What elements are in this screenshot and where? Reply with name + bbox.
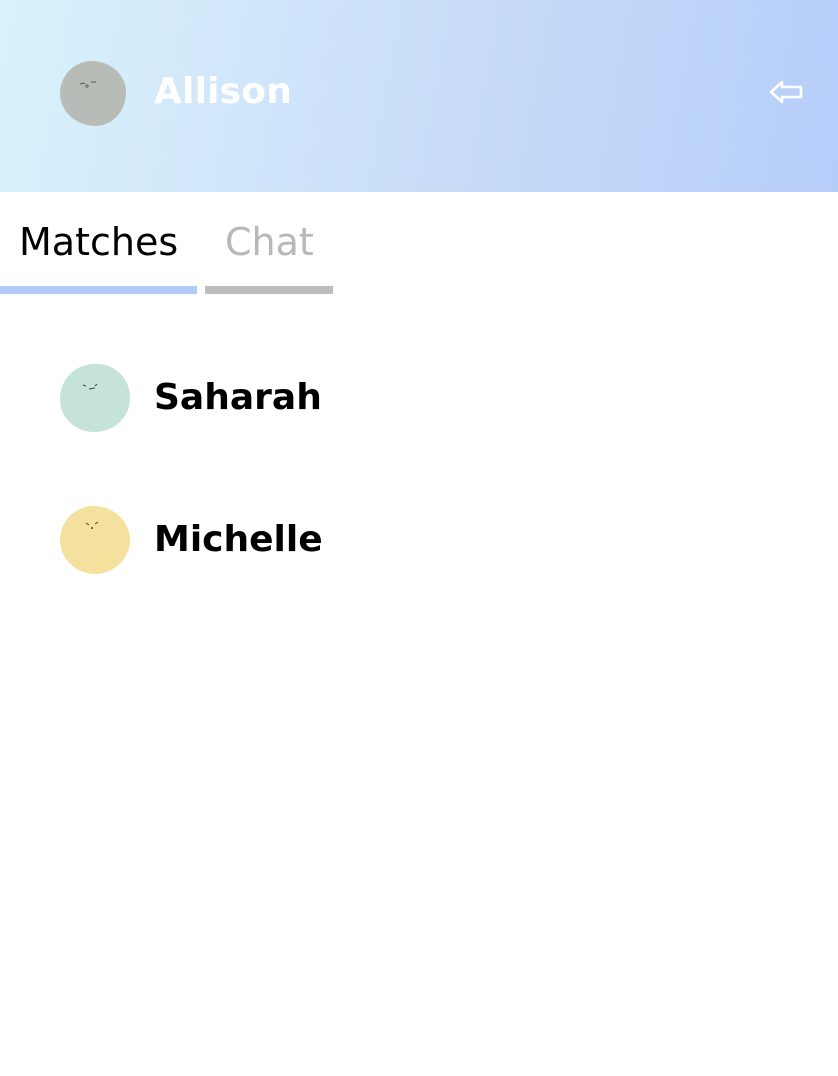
user-avatar[interactable]	[60, 61, 126, 126]
avatar-face-icon	[79, 81, 96, 88]
tab-matches-indicator	[0, 286, 197, 294]
logout-arrow-icon	[769, 80, 803, 104]
tab-chat-indicator	[205, 286, 333, 294]
match-item-michelle[interactable]: Michelle	[0, 496, 838, 586]
tab-chat[interactable]: Chat	[205, 192, 333, 294]
match-name: Michelle	[154, 519, 323, 560]
match-item-saharah[interactable]: Saharah	[0, 354, 838, 444]
logout-button[interactable]	[768, 76, 806, 108]
tab-bar: Matches Chat	[0, 192, 838, 294]
match-name: Saharah	[154, 377, 322, 418]
match-avatar	[60, 364, 130, 432]
tab-chat-label: Chat	[225, 220, 314, 264]
user-name: Allison	[154, 71, 293, 112]
avatar-face-icon	[82, 383, 98, 390]
tab-matches-label: Matches	[19, 220, 179, 264]
profile-header: Allison	[0, 0, 838, 192]
tab-matches[interactable]: Matches	[0, 192, 197, 294]
avatar-face-icon	[85, 521, 99, 529]
match-avatar	[60, 506, 130, 574]
